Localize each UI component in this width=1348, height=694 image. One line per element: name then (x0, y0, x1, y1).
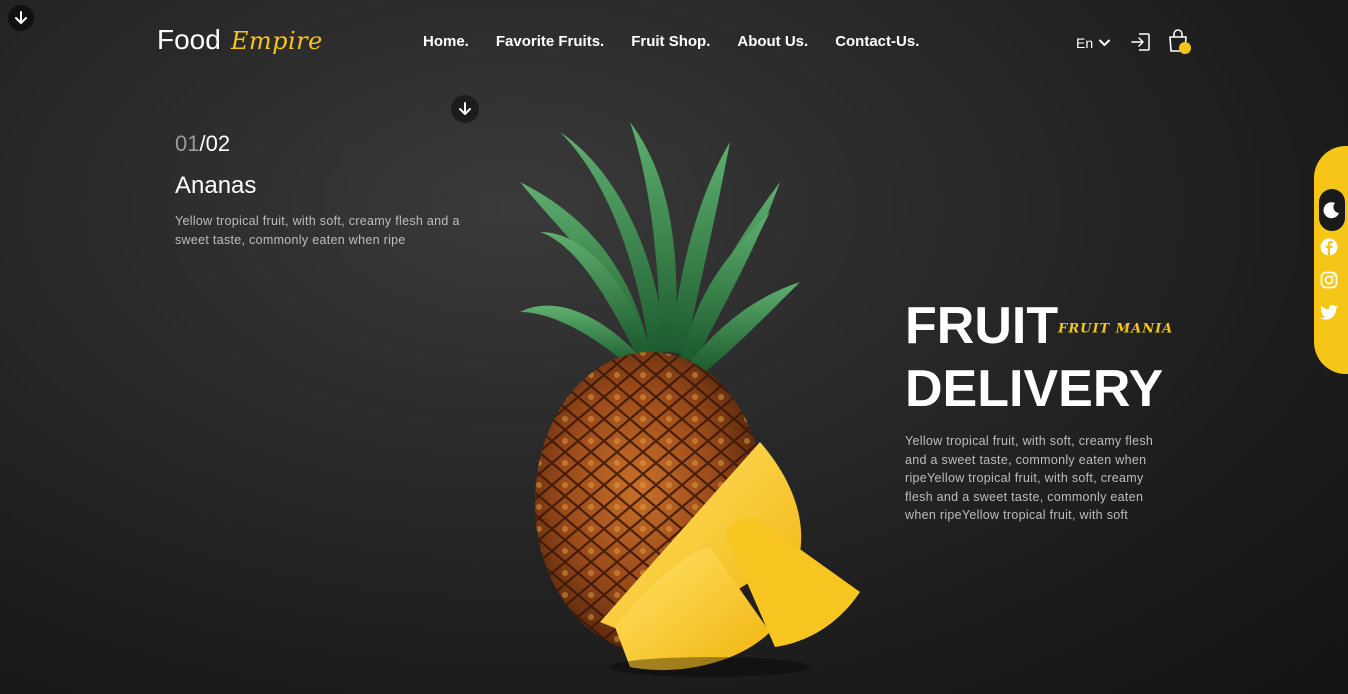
chevron-down-icon (1099, 39, 1111, 47)
fruit-title: Ananas (175, 172, 257, 199)
nav-fruit-shop[interactable]: Fruit Shop. (631, 33, 710, 50)
facebook-link[interactable] (1320, 238, 1338, 256)
language-selector[interactable]: En (1076, 35, 1111, 51)
hero-tagline: FRUIT MANIA (1058, 321, 1174, 337)
instagram-icon (1320, 271, 1338, 289)
slide-current: 01 (175, 131, 200, 156)
arrow-down-icon (15, 11, 27, 24)
brand-name: Food (157, 24, 221, 55)
social-sidebar (1314, 146, 1348, 374)
moon-icon (1323, 202, 1339, 219)
nav-about-us[interactable]: About Us. (737, 33, 808, 50)
hero-headline: FRUITFRUIT MANIA DELIVERY (905, 296, 1173, 419)
cart-badge (1179, 42, 1191, 54)
language-label: En (1076, 35, 1094, 51)
slide-counter: 01/02 (175, 131, 231, 156)
nav-favorite-fruits[interactable]: Favorite Fruits. (496, 33, 604, 50)
nav-contact-us[interactable]: Contact-Us. (835, 33, 919, 50)
theme-toggle[interactable] (1319, 189, 1345, 231)
login-button[interactable] (1130, 31, 1152, 58)
slide-total: 02 (205, 131, 231, 156)
nav-home[interactable]: Home. (423, 33, 469, 50)
hero-title-line2: DELIVERY (905, 360, 1164, 419)
brand-logo[interactable]: Food Empire (157, 24, 323, 56)
twitter-link[interactable] (1320, 303, 1338, 321)
scroll-down-button[interactable] (8, 5, 34, 31)
fruit-description: Yellow tropical fruit, with soft, creamy… (175, 214, 460, 247)
hero-title-line1: FRUIT (905, 297, 1059, 355)
main-nav: Home. Favorite Fruits. Fruit Shop. About… (423, 33, 919, 50)
instagram-link[interactable] (1320, 271, 1338, 289)
hero-description: Yellow tropical fruit, with soft, creamy… (905, 434, 1154, 522)
facebook-icon (1320, 238, 1338, 256)
brand-script: Empire (230, 27, 323, 55)
pineapple-image (520, 122, 860, 677)
scroll-next-button[interactable] (451, 95, 479, 123)
arrow-down-icon (459, 102, 471, 115)
twitter-icon (1320, 304, 1338, 320)
login-icon (1131, 33, 1150, 51)
